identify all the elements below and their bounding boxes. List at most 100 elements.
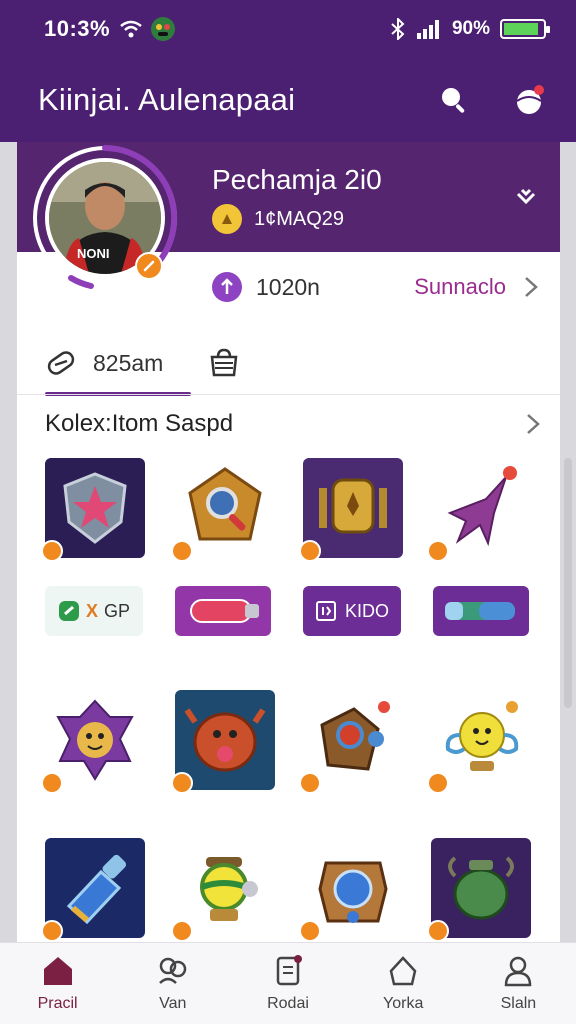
collection-item[interactable] — [299, 458, 403, 562]
battery-icon — [500, 19, 550, 39]
chevron-right-icon — [525, 277, 538, 297]
nav-label-yorka: Yorka — [383, 994, 424, 1012]
badge-icon — [171, 920, 193, 942]
trophy-icon — [445, 701, 519, 771]
avatar[interactable]: NONI — [33, 145, 178, 290]
profile-coins: 1¢MAQ29 — [212, 204, 344, 234]
collection-item[interactable] — [299, 838, 403, 942]
coin-icon — [212, 204, 242, 234]
collection-item[interactable] — [427, 838, 531, 942]
cylinder-icon — [445, 602, 515, 620]
gp-label: GP — [104, 600, 131, 621]
badge-icon — [41, 920, 63, 942]
expand-button[interactable] — [514, 186, 538, 215]
app-notification-icon — [151, 17, 176, 41]
nav-label-rodai: Rodai — [267, 994, 309, 1012]
cylinder-item[interactable] — [433, 586, 529, 636]
gp-prefix: X — [85, 600, 98, 621]
status-time: 10:3% — [44, 16, 111, 41]
nav-item-yorka[interactable]: Yorka — [346, 943, 461, 1024]
badge-icon — [171, 540, 193, 562]
nav-label-van: Van — [159, 994, 187, 1012]
chevron-down-icon — [516, 188, 536, 205]
badge-icon — [427, 540, 449, 562]
kido-label: KIDO — [344, 600, 389, 621]
badge-icon — [299, 540, 321, 562]
nav-item-rodai[interactable]: Rodai — [230, 943, 345, 1024]
tab-bar: 825am — [45, 332, 545, 396]
machine-icon — [200, 857, 258, 921]
collection-item[interactable] — [299, 690, 403, 794]
profile-card: NONI Pechamja 2i0 1¢MAQ29 1020n Sunnaclo… — [17, 142, 560, 942]
nav-label-slaln: Slaln — [500, 994, 537, 1012]
link-icon — [47, 351, 75, 375]
magnifier-emblem-icon — [188, 467, 262, 541]
kido-pill[interactable]: KIDO — [303, 586, 401, 636]
collection-header[interactable]: Kolex:Itom Saspd — [45, 410, 540, 438]
level-row: 1020n — [212, 272, 320, 302]
badge-icon — [427, 772, 449, 794]
star-shield-icon — [63, 472, 127, 544]
app-title: Kiinjai. Aulenapaai — [38, 82, 296, 117]
avatar-badge-icon — [135, 252, 163, 280]
level-value: 1020n — [256, 273, 320, 300]
tab-bag[interactable] — [207, 332, 241, 394]
collection-title: Kolex:Itom Saspd — [45, 410, 234, 437]
collection-item[interactable] — [41, 838, 145, 942]
search-button[interactable] — [436, 82, 472, 118]
app-bar: Kiinjai. Aulenapaai — [0, 58, 576, 142]
blue-orb-icon — [318, 861, 388, 923]
nav-item-van[interactable]: Van — [115, 943, 230, 1024]
person-icon — [505, 956, 532, 986]
home-icon — [43, 956, 72, 985]
tab-links-label: 825am — [93, 349, 164, 376]
wifi-icon — [120, 20, 142, 38]
collection-item[interactable] — [427, 458, 531, 562]
coin-value: 1¢MAQ29 — [254, 207, 345, 230]
golden-armor-icon — [319, 478, 387, 534]
badge-icon — [41, 540, 63, 562]
gp-pill[interactable]: X GP — [45, 586, 143, 636]
tassel-icon — [447, 466, 517, 547]
red-creature-icon — [184, 708, 266, 772]
collection-item[interactable] — [171, 690, 275, 794]
tab-links[interactable]: 825am — [45, 332, 192, 396]
group-icon — [158, 957, 187, 984]
bottom-nav: Pracil Van Rodai Yorka Slaln — [0, 942, 576, 1024]
bluetooth-icon — [391, 18, 405, 40]
status-bar: 10:3% 90% — [0, 0, 576, 58]
chevron-right-icon — [527, 414, 540, 434]
nav-item-slaln[interactable]: Slaln — [461, 943, 576, 1024]
collection-item[interactable] — [171, 838, 275, 942]
gadget-icon — [320, 701, 390, 771]
bag-icon — [210, 348, 238, 377]
purple-creature-icon — [56, 699, 134, 781]
notifications-button[interactable] — [512, 82, 548, 118]
capsule-item[interactable] — [175, 586, 271, 636]
badge-icon — [171, 772, 193, 794]
kido-icon — [315, 601, 336, 621]
notification-icon — [516, 85, 544, 114]
profile-link[interactable]: Sunnaclo — [414, 274, 538, 300]
profile-link-label: Sunnaclo — [414, 274, 506, 299]
profile-name: Pechamja 2i0 — [212, 164, 382, 195]
divider — [17, 394, 560, 395]
gp-icon — [58, 601, 79, 621]
collection-item[interactable] — [171, 458, 275, 562]
capsule-icon — [190, 599, 259, 623]
battery-percent: 90% — [451, 18, 490, 39]
collection-item[interactable] — [41, 690, 145, 794]
green-urn-icon — [448, 856, 514, 920]
jersey-text: NONI — [77, 246, 110, 261]
nav-label-profile: Pracil — [37, 994, 78, 1012]
badge-icon — [299, 772, 321, 794]
potion-bottle-icon — [66, 854, 127, 925]
badge-icon — [427, 920, 449, 942]
collection-item[interactable] — [41, 458, 145, 562]
scrollbar[interactable] — [564, 458, 572, 708]
signal-icon — [416, 20, 439, 39]
collection-item[interactable] — [427, 690, 531, 794]
nav-item-profile[interactable]: Pracil — [0, 943, 115, 1024]
level-up-icon — [212, 272, 242, 302]
badge-icon — [299, 920, 321, 942]
